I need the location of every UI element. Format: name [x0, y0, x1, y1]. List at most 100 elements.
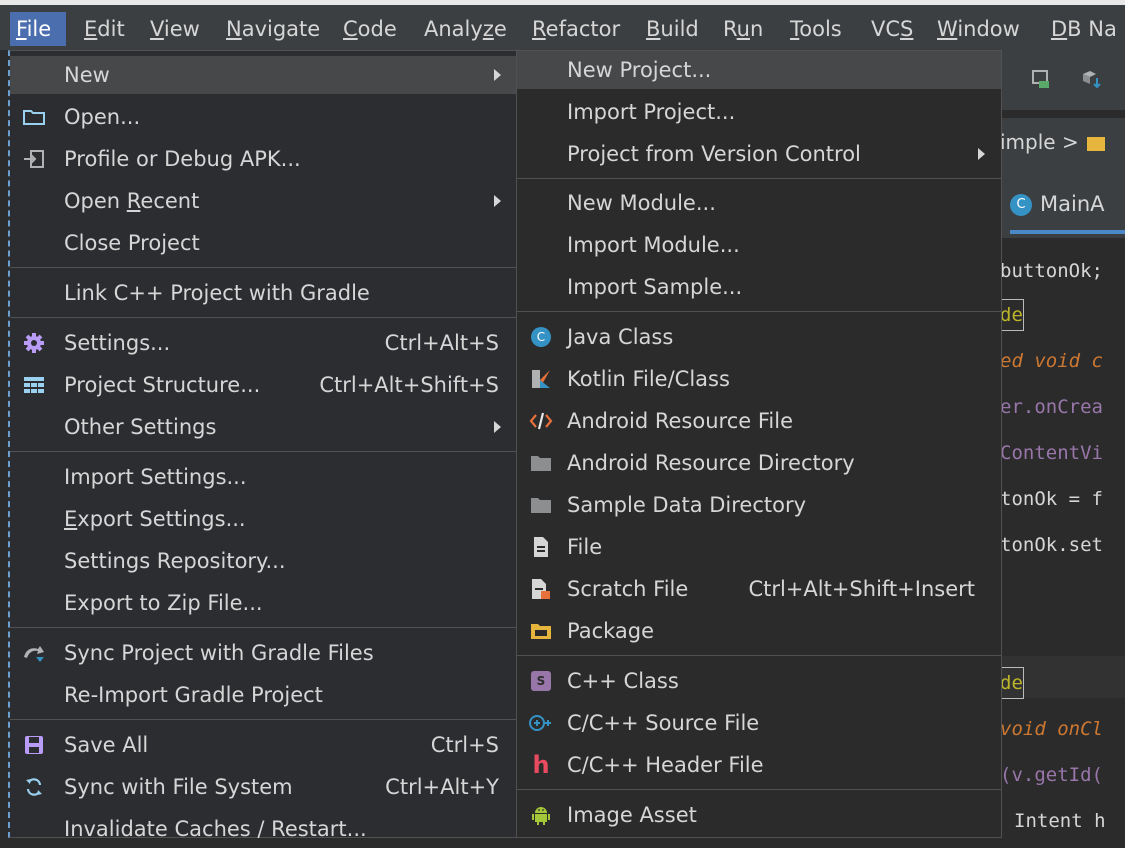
menu-item-cpp-header[interactable]: h C/C++ Header File: [517, 746, 1001, 784]
code-line: de: [999, 667, 1024, 699]
package-icon: [529, 619, 553, 643]
menu-item-import-sample[interactable]: Import Sample...: [517, 268, 1001, 306]
sdk-manager-icon[interactable]: [1080, 68, 1104, 90]
ide-toolbar: [1000, 50, 1125, 110]
file-menu: New Open... Profile or Debug APK... Open…: [8, 50, 518, 841]
file-icon: [529, 535, 553, 559]
menu-item-profile-apk[interactable]: Profile or Debug APK...: [10, 140, 517, 178]
android-icon: [529, 803, 553, 827]
project-structure-icon: [22, 373, 46, 397]
code-line: buttonOk;: [1000, 260, 1103, 282]
menu-file[interactable]: File: [10, 12, 66, 46]
menu-item-link-cpp[interactable]: Link C++ Project with Gradle: [10, 274, 517, 312]
menu-item-export-settings[interactable]: Export Settings...: [10, 500, 517, 538]
menu-item-sync-fs[interactable]: Sync with File System Ctrl+Alt+Y: [10, 768, 517, 806]
menu-run[interactable]: Run: [723, 12, 763, 46]
scratch-file-icon: [529, 577, 553, 601]
menu-separator: [517, 655, 1001, 656]
menu-item-open-recent[interactable]: Open Recent: [10, 182, 517, 220]
code-line: tonOk.set: [1000, 534, 1103, 556]
code-editor[interactable]: buttonOk; de ed void c er.onCrea Content…: [999, 238, 1125, 838]
menu-item-kotlin-file[interactable]: Kotlin File/Class: [517, 360, 1001, 398]
menu-item-settings[interactable]: Settings... Ctrl+Alt+S: [10, 324, 517, 362]
menu-item-export-zip[interactable]: Export to Zip File...: [10, 584, 517, 622]
menu-item-project-vcs[interactable]: Project from Version Control: [517, 135, 1001, 173]
folder-icon: [529, 451, 553, 475]
menu-separator: [10, 267, 517, 268]
kotlin-file-icon: [529, 367, 553, 391]
submenu-arrow-icon: [494, 421, 501, 433]
code-line: de: [999, 299, 1024, 331]
save-icon: [22, 733, 46, 757]
menu-view[interactable]: View: [150, 12, 200, 46]
code-line: Intent h: [1014, 810, 1106, 832]
submenu-arrow-icon: [494, 69, 501, 81]
menu-item-project-structure[interactable]: Project Structure... Ctrl+Alt+Shift+S: [10, 366, 517, 404]
java-class-icon: C: [1010, 194, 1032, 216]
menu-item-other-settings[interactable]: Other Settings: [10, 408, 517, 446]
menu-item-close-project[interactable]: Close Project: [10, 224, 517, 262]
menu-navigate[interactable]: Navigate: [226, 12, 320, 46]
menu-refactor[interactable]: Refactor: [532, 12, 620, 46]
menu-item-new-module[interactable]: New Module...: [517, 184, 1001, 222]
folder-icon: [22, 105, 46, 129]
menu-item-save-all[interactable]: Save All Ctrl+S: [10, 726, 517, 764]
menu-item-java-class[interactable]: C Java Class: [517, 318, 1001, 356]
gear-icon: [22, 331, 46, 355]
menu-build[interactable]: Build: [646, 12, 699, 46]
menu-item-cpp-source[interactable]: C/C++ Source File: [517, 704, 1001, 742]
menu-item-android-resource-directory[interactable]: Android Resource Directory: [517, 444, 1001, 482]
menu-window[interactable]: Window: [937, 12, 1020, 46]
menu-tools[interactable]: Tools: [790, 12, 842, 46]
menu-item-sync-gradle[interactable]: Sync Project with Gradle Files: [10, 634, 517, 672]
menu-analyze[interactable]: Analyze: [424, 12, 507, 46]
menu-separator: [10, 627, 517, 628]
menu-item-invalidate-caches[interactable]: Invalidate Caches / Restart...: [10, 810, 517, 848]
menu-item-import-project[interactable]: Import Project...: [517, 93, 1001, 131]
breadcrumb-text[interactable]: imple >: [1000, 130, 1085, 154]
menu-item-file[interactable]: File: [517, 528, 1001, 566]
menu-item-sample-data-directory[interactable]: Sample Data Directory: [517, 486, 1001, 524]
header-file-icon: h: [532, 751, 550, 779]
editor-tabs: C MainA: [1000, 166, 1125, 238]
menu-separator: [10, 719, 517, 720]
menu-item-open[interactable]: Open...: [10, 98, 517, 136]
menu-item-import-module[interactable]: Import Module...: [517, 226, 1001, 264]
code-line: ed void c: [1000, 350, 1103, 372]
menu-item-import-settings[interactable]: Import Settings...: [10, 458, 517, 496]
menu-edit[interactable]: Edit: [84, 12, 125, 46]
menu-item-new[interactable]: New: [10, 56, 517, 94]
menu-bar: File Edit View Navigate Code Analyze Ref…: [0, 0, 1125, 50]
menu-item-reimport-gradle[interactable]: Re-Import Gradle Project: [10, 676, 517, 714]
menu-item-scratch-file[interactable]: Scratch File Ctrl+Alt+Shift+Insert: [517, 570, 1001, 608]
menu-item-image-asset[interactable]: Image Asset: [517, 796, 1001, 834]
java-class-icon: C: [529, 325, 553, 349]
menu-item-android-resource-file[interactable]: Android Resource File: [517, 402, 1001, 440]
import-apk-icon: [22, 147, 46, 171]
folder-icon: [1087, 136, 1106, 151]
tab-main-activity[interactable]: C MainA: [1010, 174, 1125, 234]
menu-item-new-project[interactable]: New Project...: [517, 51, 1001, 89]
menu-separator: [517, 311, 1001, 312]
refresh-icon: [22, 775, 46, 799]
menu-code[interactable]: Code: [343, 12, 397, 46]
menu-separator: [10, 451, 517, 452]
menu-item-cpp-class[interactable]: S C++ Class: [517, 662, 1001, 700]
cpp-class-icon: S: [529, 669, 553, 693]
menu-separator: [10, 317, 517, 318]
menu-db-navigator[interactable]: DB Na: [1051, 12, 1117, 46]
menu-separator: [517, 178, 1001, 179]
submenu-arrow-icon: [494, 195, 501, 207]
folder-icon: [529, 493, 553, 517]
code-line: tonOk = f: [1000, 488, 1103, 510]
code-line: (v.getId(: [1000, 764, 1103, 786]
menu-separator: [517, 789, 1001, 790]
code-line: ContentVi: [1000, 442, 1103, 464]
device-icon[interactable]: [1030, 68, 1052, 90]
menu-item-settings-repository[interactable]: Settings Repository...: [10, 542, 517, 580]
menu-vcs[interactable]: VCS: [871, 12, 913, 46]
menu-item-package[interactable]: Package: [517, 612, 1001, 650]
breadcrumb: imple >: [1000, 118, 1125, 166]
code-line: er.onCrea: [1000, 396, 1103, 418]
cpp-source-icon: [529, 711, 553, 735]
